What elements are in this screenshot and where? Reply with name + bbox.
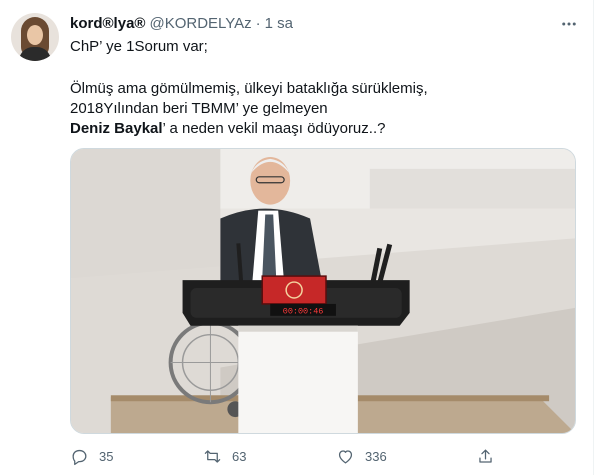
share-icon: [479, 449, 492, 463]
reply-icon: [72, 449, 87, 465]
share-button[interactable]: [476, 442, 495, 470]
retweet-icon: [204, 449, 221, 463]
tweet-text-line-4-rest: ’ a neden vekil maaşı ödüyoruz..?: [162, 120, 386, 137]
author-name[interactable]: kord®lya®: [70, 15, 145, 32]
podium-timer: 00:00:46: [283, 306, 324, 316]
reply-button[interactable]: 35: [70, 442, 113, 470]
tweet-time[interactable]: 1 sa: [265, 15, 293, 32]
avatar[interactable]: [11, 13, 59, 61]
more-options-icon[interactable]: [559, 15, 579, 33]
tweet-photo[interactable]: 00:00:46: [70, 148, 576, 434]
tweet-header: kord®lya® @KORDELYAz · 1 sa: [70, 13, 293, 33]
parliament-photo: 00:00:46: [71, 149, 575, 433]
retweet-button[interactable]: 63: [203, 442, 246, 470]
tweet-actions: 35 63 336: [70, 442, 500, 470]
author-handle[interactable]: @KORDELYAz: [149, 15, 251, 32]
like-button[interactable]: 336: [336, 442, 387, 470]
reply-count: 35: [99, 448, 114, 464]
mention-bold-name: Deniz Baykal: [70, 120, 163, 137]
tweet-text-line-4: Deniz Baykal’ a neden vekil maaşı ödüyor…: [70, 119, 385, 139]
heart-icon: [338, 449, 353, 463]
tweet-text-line-1: ChP’ ye 1Sorum var;: [70, 38, 208, 55]
tweet-text-line-3: 2018Yılından beri TBMM’ ye gelmeyen: [70, 100, 328, 117]
retweet-count: 63: [232, 448, 247, 464]
separator-dot: ·: [255, 14, 261, 32]
like-count: 336: [365, 448, 387, 464]
tweet-text-line-2: Ölmüş ama gömülmemiş, ülkeyi bataklığa s…: [70, 80, 428, 97]
tweet[interactable]: kord®lya® @KORDELYAz · 1 sa ChP’ ye 1Sor…: [0, 0, 594, 475]
